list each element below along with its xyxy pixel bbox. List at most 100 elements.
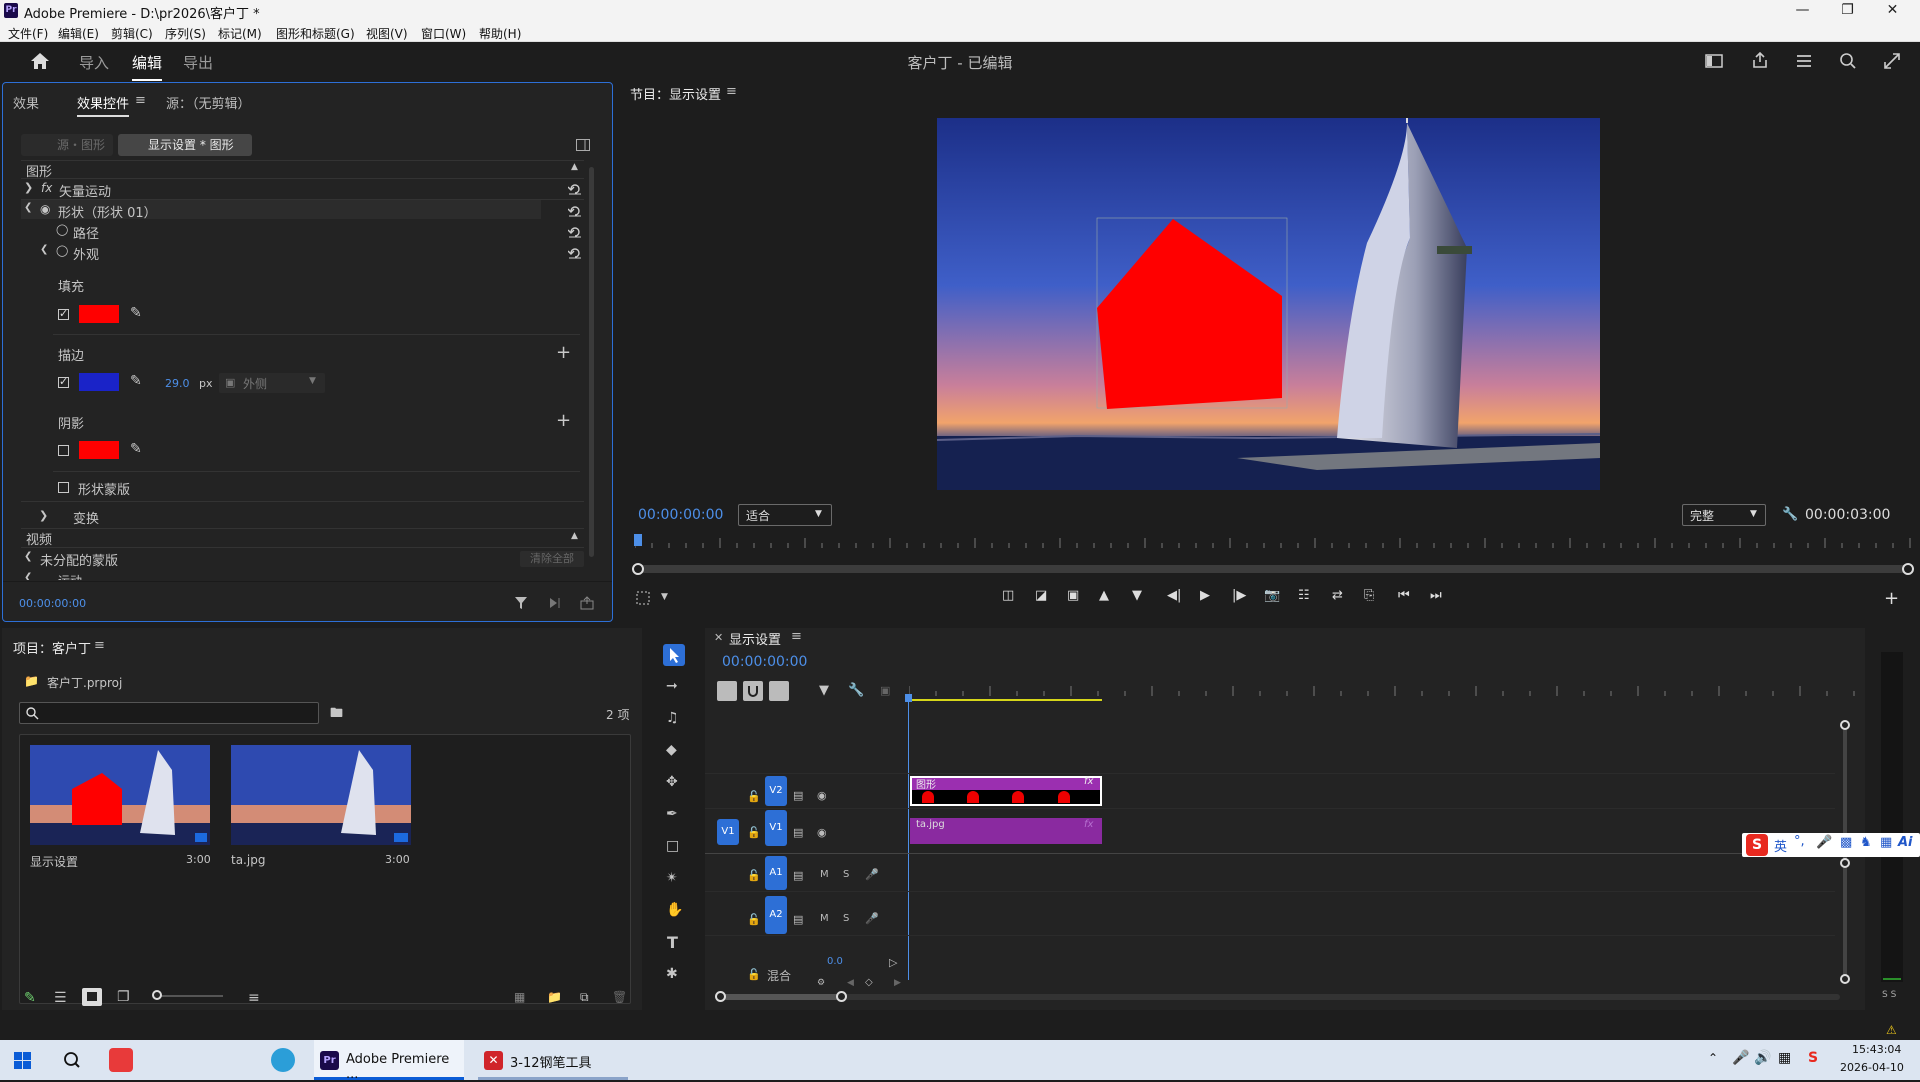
microphone-icon[interactable]: 🎤 [865, 868, 879, 881]
app-icon[interactable] [109, 1048, 133, 1072]
next-keyframe-icon[interactable]: ▶ [894, 978, 901, 988]
unassigned-mask-label[interactable]: 未分配的蒙版 [40, 550, 118, 569]
sogou-tray-icon[interactable]: S [1808, 1050, 1818, 1066]
clock-time[interactable]: 15:43:04 [1852, 1043, 1901, 1056]
panels-menu-icon[interactable] [1795, 53, 1813, 69]
ime-toolbar[interactable]: S 英 °, 🎤 ▩ ♞ ▦ Ai [1742, 833, 1920, 857]
tab-source[interactable]: 源：（无剪辑） [166, 93, 251, 112]
eyedropper-icon[interactable]: ✎ [130, 441, 142, 457]
playhead-line[interactable] [908, 698, 909, 980]
tab-menu-icon[interactable]: ≡ [135, 93, 146, 108]
lock-icon[interactable]: 🔓 [747, 869, 761, 882]
stopwatch-icon[interactable]: ◯ [56, 244, 68, 257]
keyframe-options-icon[interactable]: ⚙ [817, 978, 825, 988]
microphone-icon[interactable]: 🎤 [865, 912, 879, 925]
microphone-icon[interactable]: 🎤 [1732, 1050, 1749, 1066]
new-bin-icon[interactable]: 📁 [547, 990, 562, 1004]
captions-icon[interactable]: ▣ [880, 684, 890, 697]
path-label[interactable]: 路径 [73, 223, 99, 242]
taskbar-premiere[interactable]: Pr Adobe Premiere ... [314, 1040, 464, 1082]
quality-select[interactable]: 完整 ▼ [1682, 504, 1766, 526]
sync-lock-icon[interactable]: ▤ [793, 869, 803, 882]
stroke-width-value[interactable]: 29.0 [165, 377, 190, 390]
stroke-checkbox[interactable] [58, 375, 69, 388]
insert-nest-button[interactable] [717, 681, 737, 701]
scroll-handle-right[interactable] [1902, 563, 1914, 575]
item-name[interactable]: ta.jpg [231, 853, 265, 867]
fit-select[interactable]: 适合 ▼ [738, 504, 832, 526]
timeline-ruler[interactable] [909, 686, 1859, 698]
sync-lock-icon[interactable]: ▤ [793, 789, 803, 802]
icon-view-button[interactable] [82, 988, 102, 1006]
collapse-up-icon[interactable]: ▲ [571, 162, 578, 172]
slider-handle[interactable] [152, 990, 162, 1000]
visibility-eye-icon[interactable]: ◉ [40, 202, 50, 216]
ime-mode-label[interactable]: 英 [1774, 836, 1787, 855]
add-marker-icon[interactable]: ▼ [819, 683, 829, 698]
mute-button[interactable]: M [820, 913, 829, 924]
visibility-eye-icon[interactable]: ◉ [817, 789, 827, 802]
solo-button[interactable]: S [843, 869, 849, 880]
share-icon[interactable] [1751, 51, 1769, 69]
play-button[interactable]: ▶ [1200, 588, 1210, 603]
track-a1-target[interactable]: A1 [765, 856, 787, 890]
playhead-marker[interactable] [634, 534, 642, 546]
selection-tool[interactable] [663, 644, 685, 666]
linked-selection-button[interactable] [769, 681, 789, 701]
mark-in-icon[interactable]: ◫ [1002, 588, 1014, 603]
comparison-view-icon[interactable]: ☷ [1298, 588, 1310, 603]
lock-icon[interactable]: 🔓 [747, 826, 761, 839]
mark-out-icon[interactable]: ◪ [1035, 588, 1047, 603]
program-monitor-title[interactable]: 节目：显示设置 [630, 84, 721, 103]
add-shadow-button[interactable]: + [556, 412, 571, 430]
extract-icon[interactable]: ▼ [1132, 588, 1142, 603]
scroll-handle-top[interactable] [1840, 720, 1850, 730]
step-back-icon[interactable]: ◀| [1167, 588, 1181, 603]
shape-mask-checkbox[interactable] [58, 482, 69, 493]
shape-layer-label[interactable]: 形状（形状 01） [58, 202, 157, 221]
clear-all-button[interactable]: 清除全部 [520, 551, 584, 567]
scroll-handle-right[interactable] [836, 991, 847, 1002]
reset-icon[interactable] [568, 205, 582, 217]
prev-keyframe-icon[interactable]: ◀ [847, 978, 854, 988]
track-v2-target[interactable]: V2 [765, 776, 787, 806]
lock-icon[interactable]: 🔓 [747, 968, 761, 981]
stopwatch-icon[interactable]: ◯ [56, 223, 68, 236]
sort-icon[interactable]: ≡ [248, 990, 260, 1006]
expand-arrow-icon[interactable]: ❯ [39, 509, 48, 522]
fill-checkbox[interactable] [58, 307, 69, 320]
track-a2-target[interactable]: A2 [765, 896, 787, 934]
collapse-arrow-icon[interactable]: ❮ [24, 551, 32, 562]
add-button-icon[interactable]: + [1884, 588, 1899, 609]
play-only-audio-icon[interactable] [548, 596, 562, 610]
expand-arrow-icon[interactable]: ❯ [24, 181, 33, 194]
scroll-handle-left[interactable] [715, 991, 726, 1002]
snap-button[interactable] [743, 681, 763, 701]
playhead-marker[interactable] [905, 694, 912, 702]
track-v1-target[interactable]: V1 [765, 810, 787, 846]
project-title[interactable]: 项目：客户丁 [13, 638, 91, 657]
timeline-tab[interactable]: 显示设置 [729, 629, 781, 648]
tab-effect-controls[interactable]: 效果控件 [77, 93, 130, 117]
shadow-checkbox[interactable] [58, 445, 69, 456]
tab-effects[interactable]: 效果 [13, 93, 39, 112]
clock-date[interactable]: 2026-04-10 [1840, 1061, 1904, 1074]
punctuation-icon[interactable]: °, [1794, 834, 1805, 849]
lock-icon[interactable]: 🔓 [747, 913, 761, 926]
reset-icon[interactable] [568, 247, 582, 259]
type-tool-icon[interactable]: T [667, 933, 678, 952]
new-item-icon[interactable]: ⧉ [580, 990, 589, 1005]
project-thumbnail[interactable] [231, 745, 411, 845]
sequence-chip[interactable]: 显示设置 * 图形 [118, 134, 252, 156]
item-name[interactable]: 显示设置 [30, 853, 78, 870]
insert-icon[interactable]: ⎘ [1364, 588, 1374, 603]
ai-assistant-icon[interactable]: Ai [1898, 835, 1913, 850]
source-chip[interactable]: 源・图形 [21, 134, 113, 156]
scroll-handle-bottom[interactable] [1840, 974, 1850, 984]
collapse-arrow-icon[interactable]: ❮ [24, 202, 32, 213]
shadow-color-swatch[interactable] [79, 441, 119, 459]
go-to-in-icon[interactable]: ⏮ [1398, 588, 1410, 603]
eyedropper-icon[interactable]: ✎ [130, 305, 142, 321]
stroke-color-swatch[interactable] [79, 373, 119, 391]
start-icon[interactable] [14, 1052, 31, 1069]
